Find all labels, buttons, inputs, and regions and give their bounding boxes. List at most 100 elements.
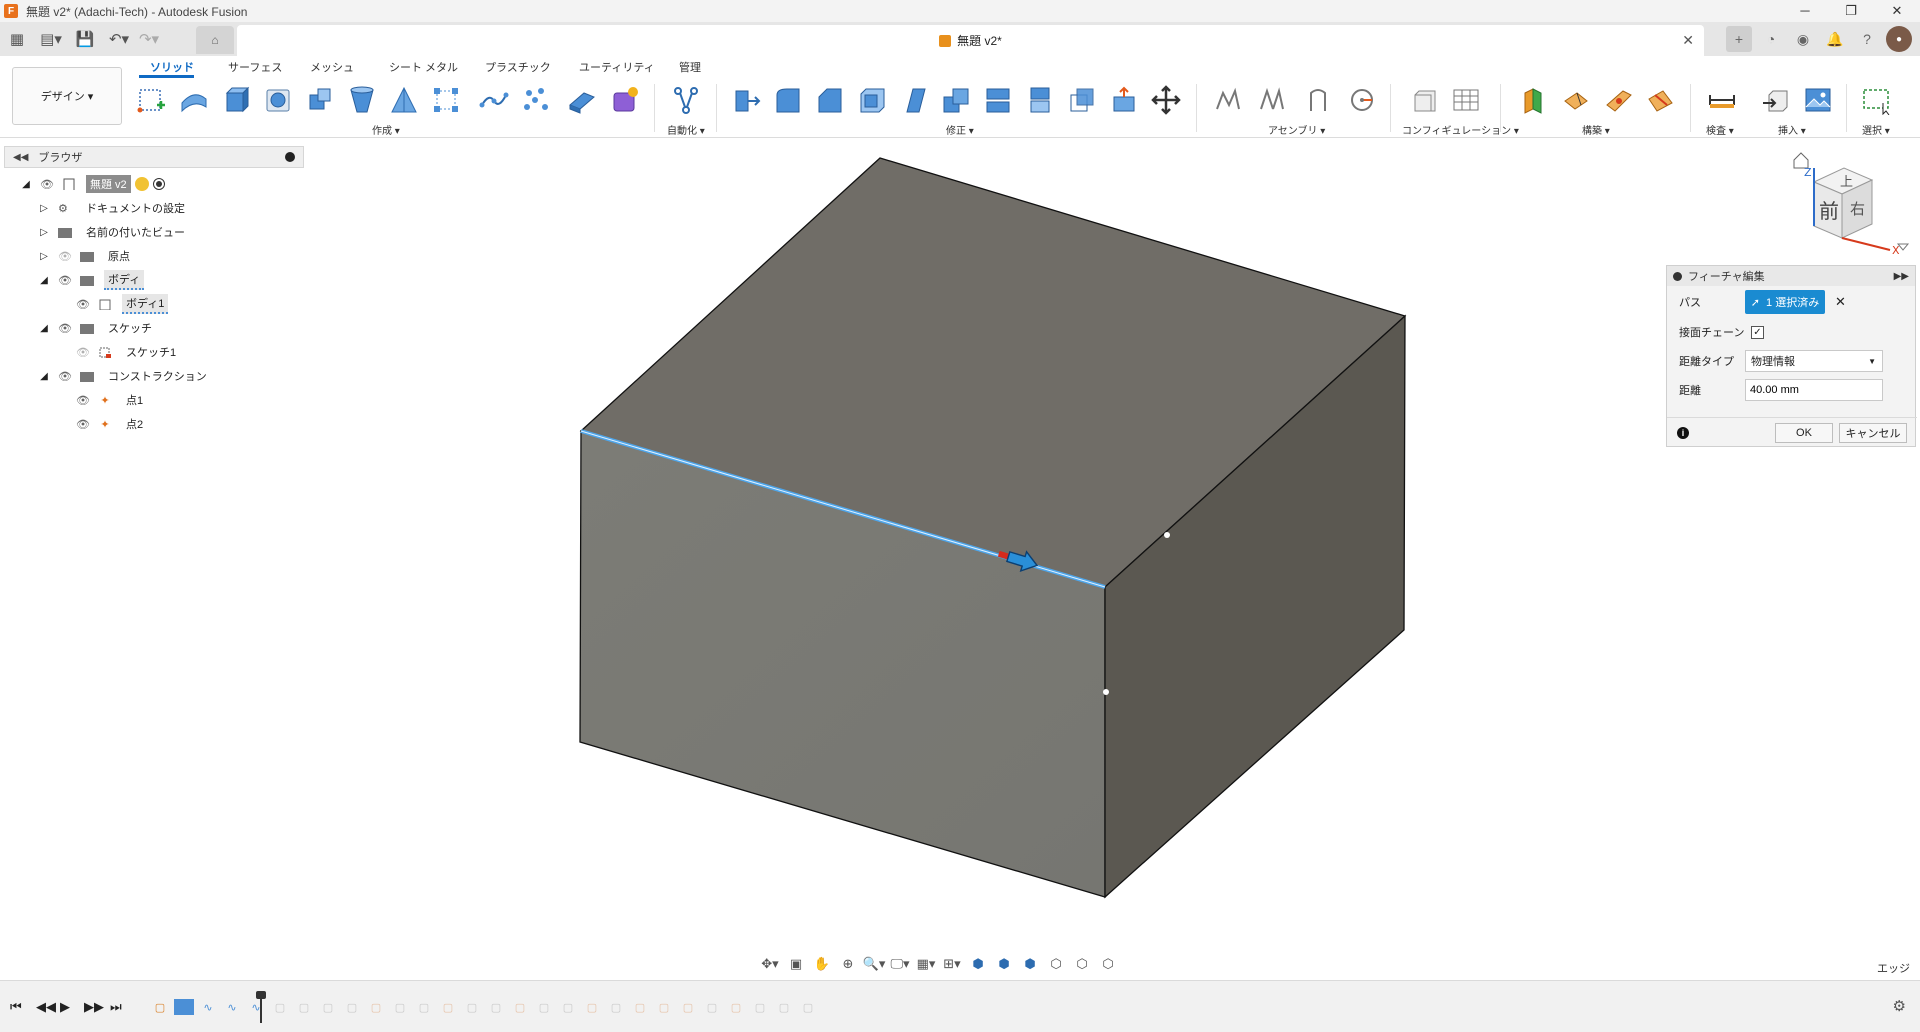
scale-icon[interactable]: [1066, 84, 1098, 116]
zoom-icon[interactable]: ⊕: [836, 953, 860, 975]
timeline-suppressed-icon[interactable]: ▢: [678, 999, 698, 1015]
midplane-icon[interactable]: [1644, 84, 1676, 116]
create-sketch-icon[interactable]: [136, 84, 168, 116]
new-component-icon[interactable]: [1212, 84, 1244, 116]
distance-type-select[interactable]: 物理情報 ▼: [1745, 350, 1883, 372]
timeline-suppressed-icon[interactable]: ▢: [414, 999, 434, 1015]
restore-icon[interactable]: ❐: [1828, 0, 1874, 22]
radio-active-icon[interactable]: [152, 178, 165, 190]
group-insert-label[interactable]: 挿入 ▾: [1778, 122, 1806, 137]
plane-at-angle-icon[interactable]: [1560, 84, 1592, 116]
group-inspect-label[interactable]: 検査 ▾: [1706, 122, 1734, 137]
viewports-icon[interactable]: ⊞▾: [940, 953, 964, 975]
extrude-icon[interactable]: [220, 84, 252, 116]
timeline-suppressed-icon[interactable]: ▢: [342, 999, 362, 1015]
timeline-suppressed-icon[interactable]: ▢: [318, 999, 338, 1015]
play-icon[interactable]: ▶: [60, 999, 70, 1015]
joint-icon[interactable]: [1256, 84, 1288, 116]
notification-icon[interactable]: 🔔: [1822, 26, 1848, 52]
point-pattern-icon[interactable]: [520, 84, 552, 116]
draft-icon[interactable]: [898, 84, 930, 116]
timeline-suppressed-icon[interactable]: ▢: [486, 999, 506, 1015]
extensions-icon[interactable]: ◔: [1758, 26, 1784, 52]
collapse-triangle-icon[interactable]: ◢: [20, 179, 32, 190]
tab-plastic[interactable]: プラスチック: [485, 59, 551, 75]
offset-plane-icon[interactable]: [1518, 84, 1550, 116]
sweep-icon[interactable]: [304, 84, 336, 116]
home-tab[interactable]: ⌂: [196, 26, 234, 54]
split-face-icon[interactable]: [1024, 84, 1056, 116]
timeline-point-icon[interactable]: ∿: [222, 999, 242, 1015]
ok-button[interactable]: OK: [1775, 423, 1833, 443]
tree-item-document-settings[interactable]: ▷ ⚙ ドキュメントの設定: [38, 198, 189, 218]
group-create-label[interactable]: 作成 ▾: [372, 122, 400, 137]
path-selection-button[interactable]: ➚ 1 選択済み: [1745, 290, 1825, 314]
tree-item-sketch1[interactable]: 👁 スケッチ1: [76, 342, 180, 362]
tree-item-origin[interactable]: ▷ 👁 原点: [38, 246, 134, 266]
timeline-sketch-icon[interactable]: ▢: [150, 999, 170, 1015]
revolve-icon[interactable]: [262, 84, 294, 116]
visibility-eye-icon[interactable]: 👁: [76, 298, 90, 311]
tab-utilities[interactable]: ユーティリティ: [579, 59, 655, 75]
combine-icon[interactable]: [940, 84, 972, 116]
visibility-eye-off-icon[interactable]: 👁: [76, 346, 90, 359]
automate-icon[interactable]: [670, 84, 702, 116]
tree-item-point1[interactable]: 👁 ✦ 点1: [76, 390, 147, 410]
edge-midpoint[interactable]: [1164, 532, 1170, 538]
chamfer-icon[interactable]: [814, 84, 846, 116]
undo-icon[interactable]: ↶▾: [106, 26, 132, 52]
tangent-chain-checkbox[interactable]: ✓: [1751, 325, 1764, 339]
timeline-track[interactable]: ▢ ∿ ∿ ∿ ▢ ▢ ▢ ▢ ▢ ▢ ▢ ▢ ▢ ▢ ▢ ▢ ▢ ▢ ▢ ▢ …: [150, 995, 850, 1019]
step-back-icon[interactable]: ◀◀: [36, 999, 56, 1015]
dialog-header[interactable]: フィーチャ編集 ▶▶: [1667, 266, 1915, 286]
tree-item-named-views[interactable]: ▷ 名前の付いたビュー: [38, 222, 189, 242]
tree-item-construction[interactable]: ◢ 👁 コンストラクション: [38, 366, 211, 386]
visibility-eye-icon[interactable]: 👁: [40, 178, 54, 191]
collapse-browser-icon[interactable]: ◀◀: [13, 152, 28, 163]
timeline-suppressed-icon[interactable]: ▢: [534, 999, 554, 1015]
timeline-suppressed-icon[interactable]: ▢: [366, 999, 386, 1015]
clear-selection-icon[interactable]: ✕: [1835, 294, 1846, 310]
configuration-table-icon[interactable]: [1450, 84, 1482, 116]
close-window-icon[interactable]: ✕: [1874, 0, 1920, 22]
timeline-extrude-icon[interactable]: [174, 999, 194, 1015]
timeline-suppressed-icon[interactable]: ▢: [294, 999, 314, 1015]
pattern-icon[interactable]: [430, 84, 462, 116]
minimize-icon[interactable]: ─: [1782, 0, 1828, 22]
timeline-suppressed-icon[interactable]: ▢: [630, 999, 650, 1015]
timeline-suppressed-icon[interactable]: ▢: [510, 999, 530, 1015]
file-menu-icon[interactable]: ▤▾: [38, 26, 64, 52]
spline-icon[interactable]: [478, 84, 510, 116]
distance-input[interactable]: [1745, 379, 1883, 401]
save-icon[interactable]: 💾: [72, 26, 98, 52]
loft-icon[interactable]: [346, 84, 378, 116]
visibility-eye-icon[interactable]: 👁: [58, 322, 72, 335]
shaded-hidden-icon[interactable]: ⬢: [1018, 953, 1042, 975]
timeline-point-icon[interactable]: ∿: [198, 999, 218, 1015]
step-forward-icon[interactable]: ▶▶: [84, 999, 104, 1015]
expand-dialog-icon[interactable]: ▶▶: [1894, 271, 1909, 282]
help-icon[interactable]: ?: [1854, 26, 1880, 52]
visibility-eye-icon[interactable]: 👁: [58, 274, 72, 287]
timeline-suppressed-icon[interactable]: ▢: [774, 999, 794, 1015]
minimize-panel-icon[interactable]: [285, 152, 295, 162]
shaded-view-icon[interactable]: ⬢: [966, 953, 990, 975]
fillet-icon[interactable]: [772, 84, 804, 116]
workspace-switcher-button[interactable]: デザイン ▾: [12, 67, 122, 125]
rib-icon[interactable]: [388, 84, 420, 116]
visibility-eye-icon[interactable]: 👁: [76, 394, 90, 407]
tab-surface[interactable]: サーフェス: [228, 59, 282, 75]
info-icon[interactable]: i: [1677, 427, 1689, 439]
timeline-suppressed-icon[interactable]: ▢: [462, 999, 482, 1015]
as-built-joint-icon[interactable]: [1302, 84, 1334, 116]
move-copy-icon[interactable]: [1150, 84, 1182, 116]
visibility-eye-icon[interactable]: 👁: [58, 370, 72, 383]
tab-sheet-metal[interactable]: シート メタル: [389, 59, 458, 75]
go-to-start-icon[interactable]: ⏮: [10, 999, 22, 1015]
wireframe-hidden-icon[interactable]: ⬡: [1070, 953, 1094, 975]
new-tab-icon[interactable]: +: [1726, 26, 1752, 52]
visibility-eye-off-icon[interactable]: 👁: [58, 250, 72, 263]
timeline-feature-icon[interactable]: ∿: [246, 999, 266, 1015]
group-assembly-label[interactable]: アセンブリ ▾: [1268, 122, 1325, 137]
tree-item-point2[interactable]: 👁 ✦ 点2: [76, 414, 147, 434]
